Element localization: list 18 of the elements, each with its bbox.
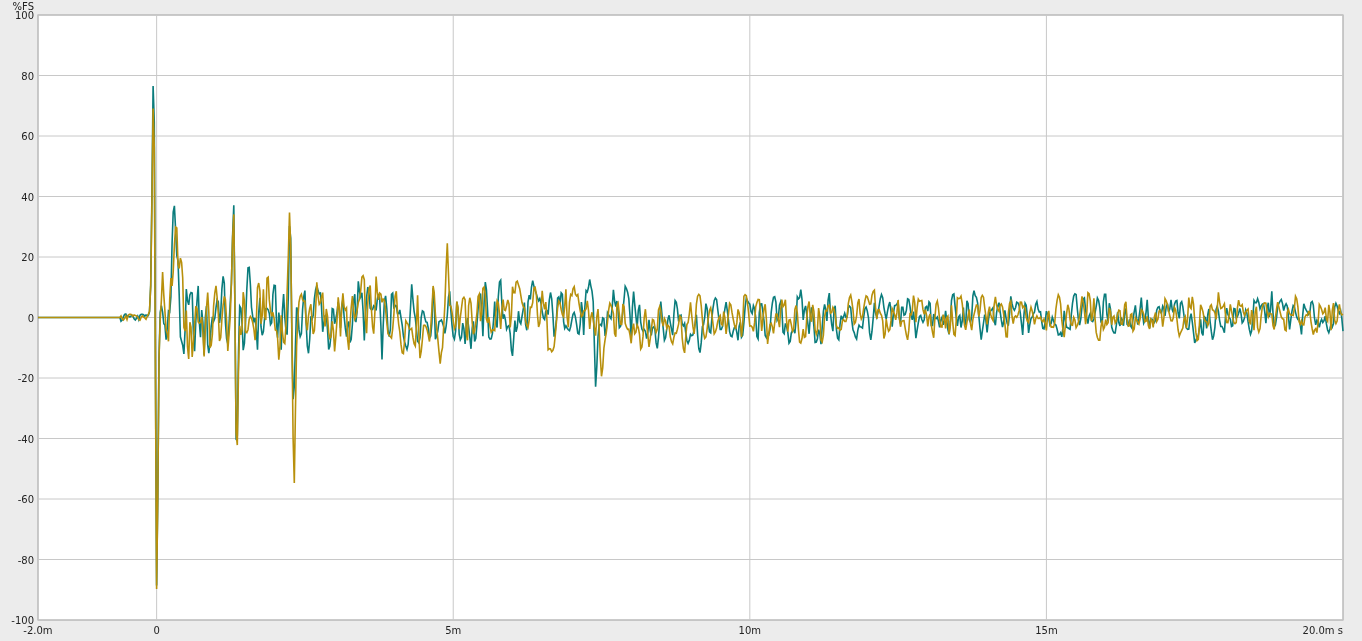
y-axis-tick-label: -60 bbox=[17, 494, 34, 505]
y-axis-tick-label: 80 bbox=[21, 70, 34, 82]
x-axis-tick-label: 0 bbox=[153, 625, 160, 636]
x-axis-tick-label: -2.0m bbox=[23, 625, 53, 636]
y-axis-tick-label: 0 bbox=[27, 312, 34, 324]
y-axis-tick-label: 20 bbox=[21, 252, 34, 263]
y-axis-tick-label: 100 bbox=[14, 10, 34, 21]
y-axis-unit: %FS bbox=[12, 1, 34, 12]
x-axis-tick-label: 10m bbox=[738, 625, 762, 636]
y-axis-tick-label: -40 bbox=[17, 433, 34, 445]
y-axis-tick-label: 40 bbox=[21, 191, 34, 203]
y-axis-tick-label: -100 bbox=[11, 615, 34, 626]
x-axis-tick-label: 20.0m s bbox=[1302, 625, 1343, 636]
y-axis-tick-label: 60 bbox=[21, 131, 34, 142]
y-axis-tick-label: -80 bbox=[17, 554, 34, 566]
y-axis-tick-label: -20 bbox=[17, 373, 34, 384]
x-axis-tick-label: 15m bbox=[1035, 625, 1058, 636]
x-axis-tick-label: 5m bbox=[445, 625, 462, 636]
